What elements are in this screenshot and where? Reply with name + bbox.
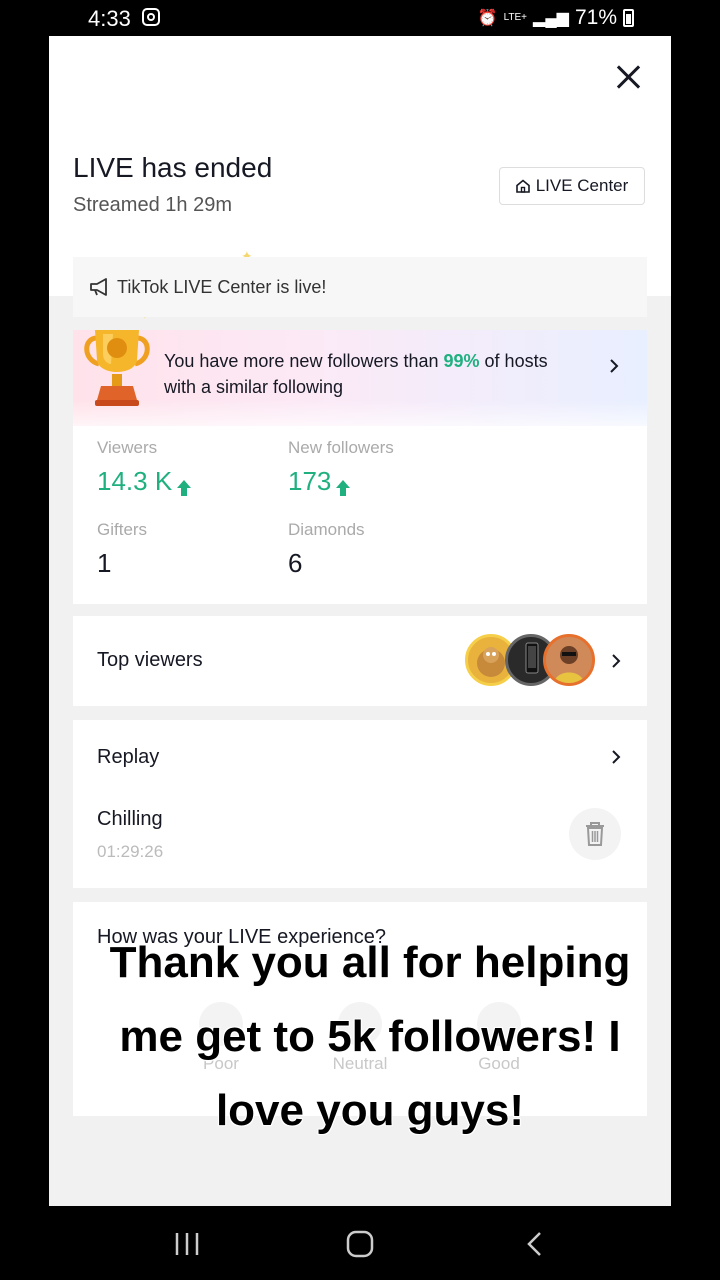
diamonds-label: Diamonds bbox=[288, 520, 365, 539]
chevron-right-icon[interactable] bbox=[609, 749, 623, 765]
viewers-value-row: 14.3 K bbox=[97, 466, 192, 497]
close-button[interactable] bbox=[611, 60, 645, 94]
home-button[interactable] bbox=[345, 1230, 375, 1258]
battery-percent: 71% bbox=[574, 6, 617, 29]
chevron-right-icon[interactable] bbox=[609, 653, 623, 669]
video-caption-overlay: Thank you all for helping me get to 5k f… bbox=[109, 938, 631, 1135]
top-viewers-avatars bbox=[465, 634, 595, 688]
recent-apps-button[interactable] bbox=[172, 1230, 202, 1258]
navigation-bar bbox=[0, 1206, 720, 1280]
home-icon bbox=[515, 179, 530, 193]
recent-apps-icon bbox=[175, 1233, 199, 1255]
gifters-stat: Gifters 1 bbox=[97, 520, 147, 579]
replay-title[interactable]: Chilling bbox=[97, 808, 163, 831]
diamonds-stat: Diamonds 6 bbox=[288, 520, 365, 579]
new-followers-value: 173 bbox=[288, 466, 332, 496]
new-followers-label: New followers bbox=[288, 438, 394, 457]
replay-duration: 01:29:26 bbox=[97, 842, 164, 861]
promo-text-before: You have more new followers than bbox=[164, 351, 444, 371]
signal-icon: ▂▄▆ bbox=[533, 10, 569, 27]
replay-label[interactable]: Replay bbox=[97, 746, 159, 769]
announcement-banner[interactable]: TikTok LIVE Center is live! bbox=[73, 257, 647, 317]
arrow-up-icon bbox=[176, 473, 192, 496]
battery-icon bbox=[623, 9, 634, 27]
avatar bbox=[543, 634, 595, 686]
trash-icon bbox=[586, 822, 604, 846]
home-circle-icon bbox=[346, 1230, 374, 1258]
back-chevron-icon bbox=[527, 1232, 541, 1256]
status-time: 4:33 bbox=[88, 6, 131, 31]
stats-card: You have more new followers than 99% of … bbox=[73, 330, 647, 604]
status-indicators: ⏰ LTE+ ▂▄▆ 71% bbox=[478, 6, 634, 30]
top-viewers-label: Top viewers bbox=[97, 649, 203, 671]
live-center-label: LIVE Center bbox=[535, 176, 629, 195]
promo-text: You have more new followers than 99% of … bbox=[164, 348, 584, 400]
stream-duration: Streamed 1h 29m bbox=[73, 194, 232, 216]
trophy-icon bbox=[79, 330, 155, 416]
chevron-right-icon[interactable] bbox=[607, 358, 621, 373]
page-title: LIVE has ended bbox=[73, 152, 273, 183]
viewers-stat: Viewers 14.3 K bbox=[97, 438, 192, 497]
new-followers-stat: New followers 173 bbox=[288, 438, 394, 497]
gifters-value: 1 bbox=[97, 548, 112, 578]
status-bar: 4:33 ⏰ LTE+ ▂▄▆ 71% bbox=[0, 0, 720, 36]
announcement-text: TikTok LIVE Center is live! bbox=[117, 276, 327, 297]
diamonds-value: 6 bbox=[288, 548, 303, 578]
network-type: LTE+ bbox=[503, 12, 528, 23]
top-viewers-row[interactable]: Top viewers bbox=[73, 616, 647, 706]
promo-fade bbox=[73, 400, 647, 440]
viewers-value: 14.3 K bbox=[97, 466, 173, 496]
megaphone-icon bbox=[89, 276, 111, 298]
replay-card: Replay Chilling 01:29:26 bbox=[73, 720, 647, 888]
gifters-label: Gifters bbox=[97, 520, 148, 539]
live-center-button[interactable]: LIVE Center bbox=[499, 167, 645, 205]
arrow-up-icon bbox=[335, 473, 351, 496]
new-followers-value-row: 173 bbox=[288, 466, 394, 497]
viewers-label: Viewers bbox=[97, 438, 158, 457]
instagram-icon bbox=[142, 8, 160, 26]
alarm-icon: ⏰ bbox=[477, 10, 498, 27]
promo-percent: 99% bbox=[443, 351, 480, 371]
delete-replay-button[interactable] bbox=[569, 808, 621, 860]
back-button[interactable] bbox=[520, 1230, 550, 1258]
